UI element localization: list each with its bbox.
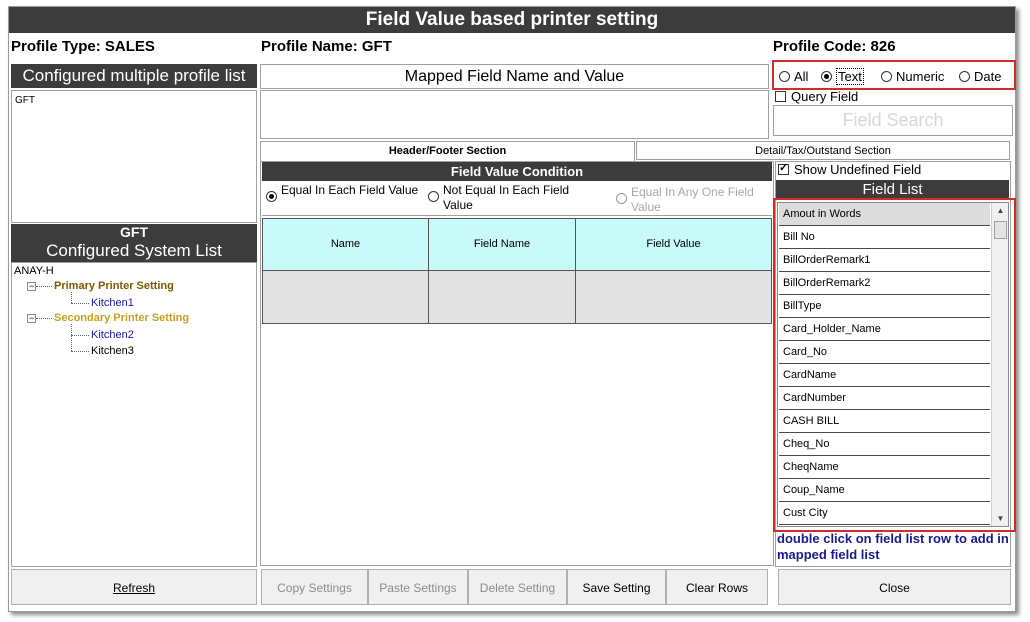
radio-selected-icon [266, 191, 277, 202]
collapse-toggle-secondary[interactable]: − [27, 314, 36, 323]
profile-code-label: Profile Code: 826 [773, 38, 896, 55]
profile-name-label: Profile Name: GFT [261, 37, 392, 57]
system-tree[interactable]: ANAY-H − Primary Printer Setting Kitchen… [11, 262, 257, 567]
tree-kitchen1[interactable]: Kitchen1 [91, 297, 134, 309]
paste-settings-button[interactable]: Paste Settings [368, 569, 468, 605]
system-list-title: GFT [120, 224, 148, 240]
condition-grid[interactable]: Name Field Name Field Value [262, 218, 772, 324]
profile-name-value: GFT [361, 38, 392, 55]
radio-icon [616, 193, 627, 204]
show-undefined-checkbox[interactable]: Show Undefined Field [778, 161, 921, 177]
clear-rows-button[interactable]: Clear Rows [666, 569, 768, 605]
tree-connector [36, 286, 52, 287]
tree-connector [71, 351, 89, 352]
tab-header-footer[interactable]: Header/Footer Section [260, 141, 635, 161]
checkbox-checked-icon [778, 161, 789, 175]
copy-settings-button[interactable]: Copy Settings [261, 569, 368, 605]
grid-cell[interactable] [429, 271, 576, 324]
condition-not-equal-each[interactable]: Not Equal In Each Field Value [428, 183, 598, 213]
filter-highlight-box [772, 60, 1016, 90]
grid-cell[interactable] [576, 271, 772, 324]
profile-type-label: Profile Type: SALES [11, 38, 155, 55]
tab-detail-tax-outstand[interactable]: Detail/Tax/Outstand Section [636, 141, 1010, 160]
grid-header-field-value[interactable]: Field Value [576, 218, 772, 271]
profile-list-item[interactable]: GFT [12, 91, 256, 110]
grid-cell[interactable] [262, 271, 429, 324]
condition-options: Equal In Each Field Value Not Equal In E… [262, 181, 772, 216]
grid-header-field-name[interactable]: Field Name [429, 218, 576, 271]
condition-equal-each[interactable]: Equal In Each Field Value [266, 183, 426, 202]
window-title: Field Value based printer setting [9, 7, 1015, 33]
tree-primary-printer[interactable]: Primary Printer Setting [54, 280, 174, 292]
radio-icon [428, 191, 439, 202]
system-list-header: GFT Configured System List [11, 224, 257, 262]
field-list-hint: double click on field list row to add in… [777, 531, 1009, 562]
tree-kitchen2[interactable]: Kitchen2 [91, 329, 134, 341]
configured-profile-list[interactable]: GFT [11, 90, 257, 223]
save-setting-button[interactable]: Save Setting [567, 569, 666, 605]
tree-root[interactable]: ANAY-H [14, 265, 54, 277]
tree-kitchen3[interactable]: Kitchen3 [91, 345, 134, 357]
system-list-caption: Configured System List [46, 241, 222, 260]
close-button[interactable]: Close [778, 569, 1011, 605]
configured-profile-header: Configured multiple profile list [11, 64, 257, 88]
field-list-header: Field List [776, 180, 1009, 200]
tree-connector [71, 324, 72, 351]
tree-connector [36, 318, 52, 319]
refresh-button[interactable]: Refresh [11, 569, 257, 605]
delete-setting-button[interactable]: Delete Setting [468, 569, 567, 605]
tree-connector [71, 303, 89, 304]
printer-setting-window: Field Value based printer setting Profil… [8, 6, 1016, 612]
mapped-field-header: Mapped Field Name and Value [260, 64, 769, 89]
field-list-highlight-box [773, 198, 1016, 532]
checkbox-icon [775, 91, 786, 102]
field-value-condition-header: Field Value Condition [262, 162, 772, 181]
collapse-toggle-primary[interactable]: − [27, 282, 36, 291]
mapped-field-box[interactable] [260, 90, 769, 139]
profile-name-caption: Profile Name: [261, 38, 358, 55]
query-field-checkbox[interactable]: Query Field [775, 89, 858, 104]
tree-connector [71, 292, 72, 303]
grid-header-name[interactable]: Name [262, 218, 429, 271]
condition-equal-any-one[interactable]: Equal In Any One Field Value [616, 185, 772, 215]
tree-secondary-printer[interactable]: Secondary Printer Setting [54, 312, 189, 324]
field-search-input[interactable]: Field Search [773, 105, 1013, 136]
tree-connector [71, 335, 89, 336]
